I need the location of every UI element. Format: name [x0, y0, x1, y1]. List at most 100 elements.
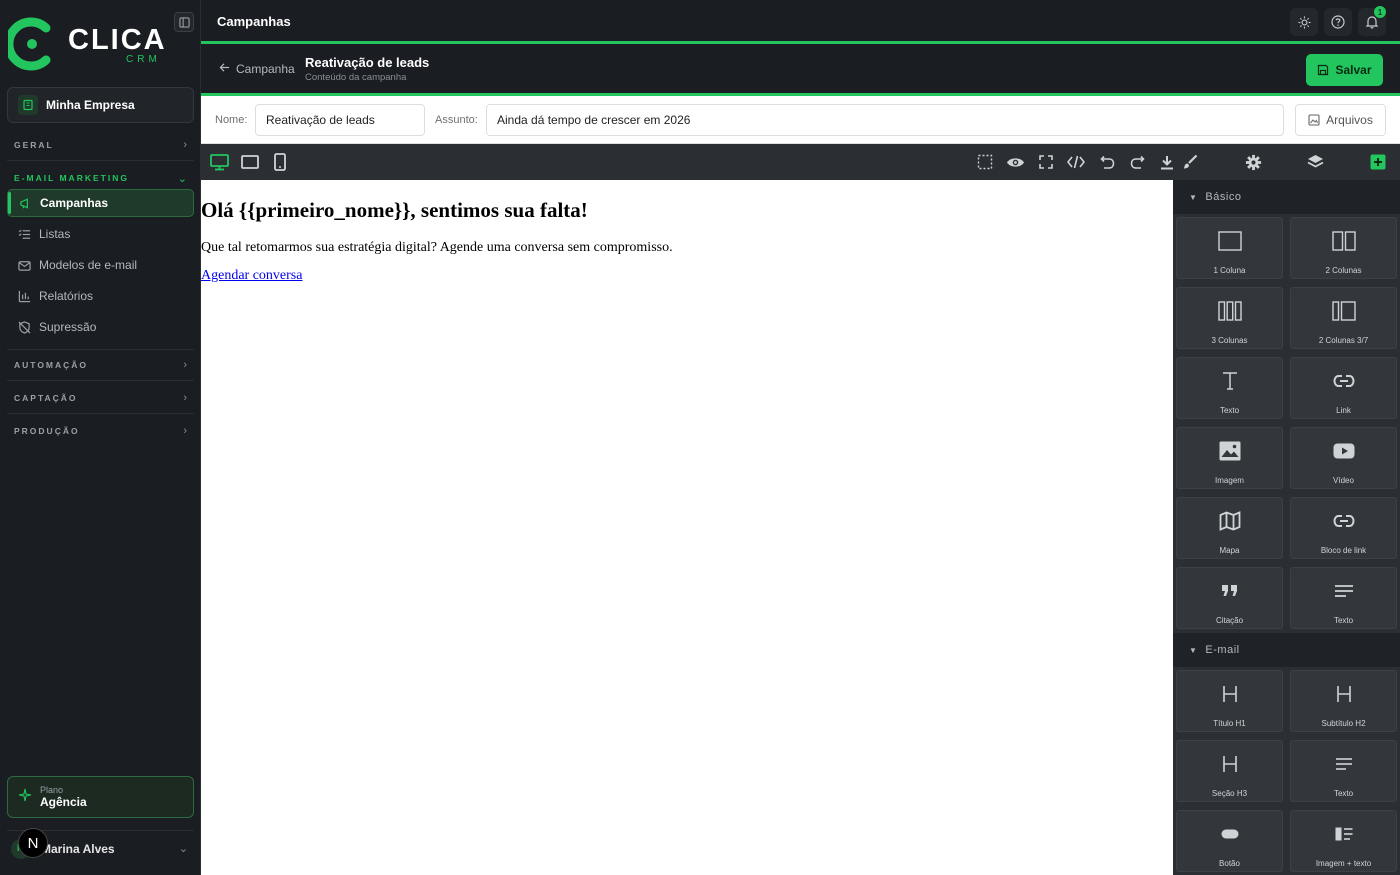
block-2-colunas[interactable]: 2 Colunas — [1290, 217, 1397, 279]
block-citacao[interactable]: Citação — [1176, 567, 1283, 629]
save-button[interactable]: Salvar — [1306, 54, 1383, 86]
link-block-icon — [1331, 508, 1357, 534]
category-label: E-mail — [1205, 644, 1240, 656]
tablet-icon — [241, 155, 259, 169]
megaphone-icon — [18, 196, 32, 210]
help-button[interactable] — [1324, 8, 1352, 36]
import-button[interactable] — [1157, 152, 1177, 172]
collapse-sidebar-button[interactable] — [174, 12, 194, 32]
settings-button[interactable] — [1243, 152, 1263, 172]
image-icon — [1217, 438, 1243, 464]
sidebar-item-campanhas[interactable]: Campanhas — [7, 189, 194, 217]
code-view-button[interactable] — [1066, 152, 1086, 172]
block-imagem-texto[interactable]: Imagem + texto — [1290, 810, 1397, 872]
preview-button[interactable] — [1005, 152, 1025, 172]
block-video[interactable]: Vídeo — [1290, 427, 1397, 489]
desktop-view-button[interactable] — [209, 152, 229, 172]
sidebar-item-relatorios[interactable]: Relatórios — [7, 282, 194, 310]
redo-button[interactable] — [1127, 152, 1147, 172]
editor-toolbar — [201, 144, 1400, 180]
email-canvas[interactable]: Olá {{primeiro_nome}}, sentimos sua falt… — [201, 180, 1173, 875]
section-label: CAPTAÇÃO — [14, 392, 78, 403]
block-3-colunas[interactable]: 3 Colunas — [1176, 287, 1283, 349]
sidebar-item-modelos[interactable]: Modelos de e-mail — [7, 251, 194, 279]
category-email[interactable]: ▼ E-mail — [1173, 633, 1400, 667]
section-geral[interactable]: GERAL › — [7, 129, 194, 161]
toggle-borders-button[interactable] — [975, 152, 995, 172]
column-3-7-icon — [1331, 298, 1357, 324]
heading-icon — [1331, 681, 1357, 707]
block-label: Texto — [1333, 616, 1354, 625]
block-label: Botão — [1219, 859, 1240, 868]
sidebar-item-supressao[interactable]: Supressão — [7, 313, 194, 341]
files-button[interactable]: Arquivos — [1295, 104, 1386, 136]
block-titulo-h1[interactable]: Título H1 — [1176, 670, 1283, 732]
block-texto-email[interactable]: Texto — [1290, 740, 1397, 802]
sidebar: CLICA CRM Minha Empresa GERAL › E-MAIL M… — [0, 0, 201, 875]
layer-manager-button[interactable] — [1305, 152, 1325, 172]
mobile-icon — [274, 153, 286, 171]
logo-subtitle: CRM — [126, 54, 161, 65]
text-icon — [1217, 368, 1243, 394]
theme-toggle-button[interactable] — [1290, 8, 1318, 36]
link-icon — [1331, 368, 1357, 394]
fullscreen-button[interactable] — [1036, 152, 1056, 172]
block-label: Título H1 — [1213, 719, 1246, 728]
notification-count-badge: 1 — [1374, 6, 1386, 18]
help-icon — [1331, 15, 1345, 29]
block-label: Texto — [1333, 789, 1354, 798]
layers-icon — [1307, 155, 1323, 168]
chevron-down-icon: ⌄ — [178, 843, 188, 855]
email-cta-link[interactable]: Agendar conversa — [201, 268, 1173, 284]
block-subtitulo-h2[interactable]: Subtítulo H2 — [1290, 670, 1397, 732]
subject-input[interactable]: Ainda dá tempo de crescer em 2026 — [486, 104, 1284, 136]
block-label: Texto — [1219, 406, 1240, 415]
section-automacao[interactable]: AUTOMAÇÃO › — [7, 349, 194, 381]
block-label: Mapa — [1219, 546, 1240, 555]
style-manager-button[interactable] — [1180, 152, 1200, 172]
name-input[interactable]: Reativação de leads — [255, 104, 425, 136]
sidebar-item-label: Supressão — [39, 320, 97, 334]
campaign-title: Reativação de leads — [305, 55, 430, 70]
email-body-text[interactable]: Que tal retomarmos sua estratégia digita… — [201, 240, 1173, 256]
back-button[interactable]: Campanha — [219, 62, 295, 76]
sun-icon — [1297, 15, 1311, 29]
tablet-view-button[interactable] — [240, 152, 260, 172]
section-captacao[interactable]: CAPTAÇÃO › — [7, 382, 194, 414]
category-basico[interactable]: ▼ Básico — [1173, 180, 1400, 214]
block-imagem[interactable]: Imagem — [1176, 427, 1283, 489]
blocks-panel: ▼ Básico 1 Coluna 2 Colunas 3 Colunas 2 … — [1173, 180, 1400, 875]
caret-down-icon: ▼ — [1189, 645, 1198, 655]
mobile-view-button[interactable] — [270, 152, 290, 172]
chevron-right-icon: › — [183, 391, 187, 404]
block-botao[interactable]: Botão — [1176, 810, 1283, 872]
next-dev-badge[interactable]: N — [18, 828, 48, 858]
quote-icon — [1217, 578, 1243, 604]
block-mapa[interactable]: Mapa — [1176, 497, 1283, 559]
blocks-button[interactable] — [1368, 152, 1388, 172]
block-2-colunas-3-7[interactable]: 2 Colunas 3/7 — [1290, 287, 1397, 349]
heading-icon — [1217, 751, 1243, 777]
block-secao-h3[interactable]: Seção H3 — [1176, 740, 1283, 802]
block-1-coluna[interactable]: 1 Coluna — [1176, 217, 1283, 279]
company-name: Minha Empresa — [46, 98, 135, 112]
company-selector[interactable]: Minha Empresa — [7, 87, 194, 123]
notifications-button[interactable]: 1 — [1358, 6, 1386, 36]
heading-icon — [1217, 681, 1243, 707]
section-producao[interactable]: PRODUÇÃO › — [7, 415, 194, 447]
map-icon — [1217, 508, 1243, 534]
logo-wordmark: CLICA — [68, 24, 167, 56]
page-title: Campanhas — [217, 14, 291, 29]
block-label: 2 Colunas — [1325, 266, 1362, 275]
block-texto[interactable]: Texto — [1176, 357, 1283, 419]
logo[interactable]: CLICA CRM — [8, 16, 168, 72]
block-link[interactable]: Link — [1290, 357, 1397, 419]
sidebar-item-listas[interactable]: Listas — [7, 220, 194, 248]
plan-card[interactable]: Plano Agência — [7, 776, 194, 818]
block-texto-2[interactable]: Texto — [1290, 567, 1397, 629]
email-heading[interactable]: Olá {{primeiro_nome}}, sentimos sua falt… — [201, 198, 1173, 223]
caret-down-icon: ▼ — [1189, 192, 1198, 202]
undo-button[interactable] — [1097, 152, 1117, 172]
sidebar-item-label: Modelos de e-mail — [39, 258, 138, 272]
block-bloco-de-link[interactable]: Bloco de link — [1290, 497, 1397, 559]
